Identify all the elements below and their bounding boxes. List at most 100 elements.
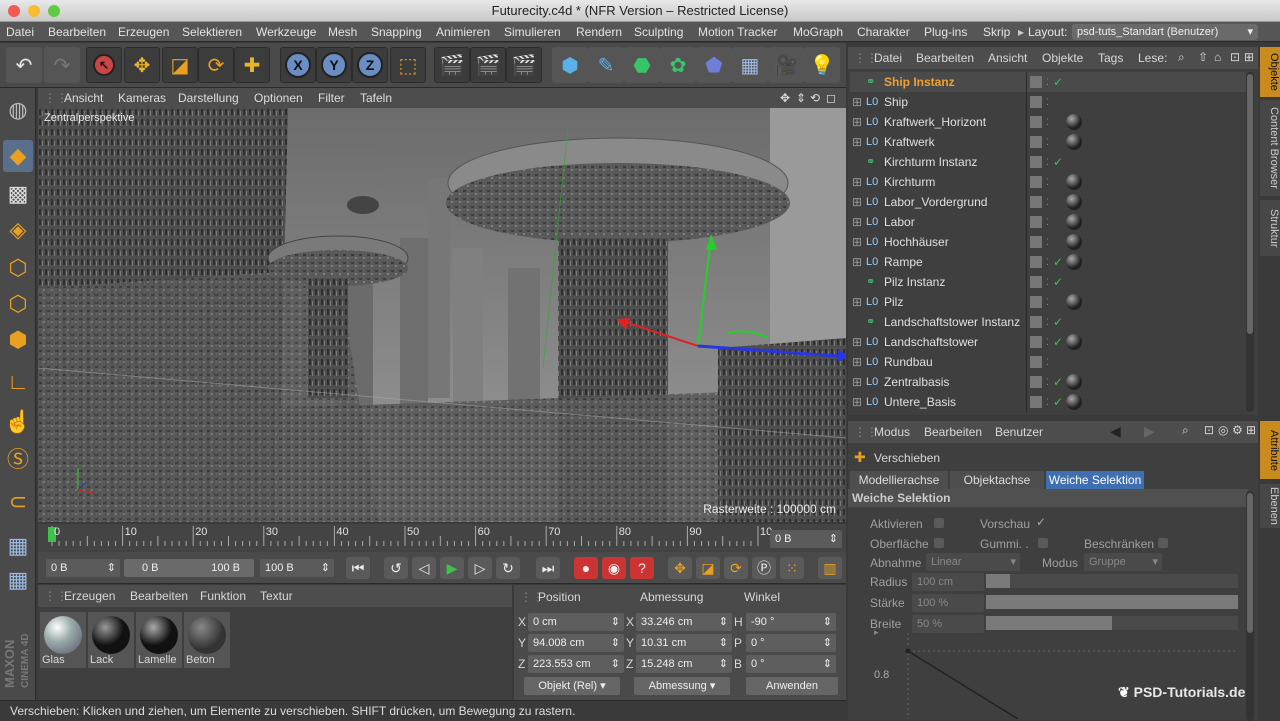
layer-icon[interactable]	[1030, 76, 1042, 88]
tweak-mode-button[interactable]: ☝	[3, 406, 33, 438]
menu-datei[interactable]: Datei	[6, 22, 34, 42]
material-menu-textur[interactable]: Textur	[260, 589, 293, 603]
menu-selektieren[interactable]: Selektieren	[182, 22, 242, 42]
key-rotation-button[interactable]: ⟳	[724, 557, 748, 579]
menu-motion-tracker[interactable]: Motion Tracker	[698, 22, 777, 42]
material-menu-funktion[interactable]: Funktion	[200, 589, 246, 603]
object-row[interactable]: ⊞ L0 Hochhäuser ⁚	[850, 232, 1246, 252]
key-position-button[interactable]: ✥	[668, 557, 692, 579]
polygons-mode-button[interactable]: ⬢	[3, 324, 33, 356]
y-axis-lock-button[interactable]: Y	[316, 47, 352, 83]
search-icon[interactable]: ⌕	[1178, 50, 1185, 65]
record-keys-button[interactable]: ●	[574, 557, 598, 579]
grid-button[interactable]: ▦	[3, 564, 33, 596]
object-row[interactable]: ⚭ Kirchturm Instanz ⁚ ✓	[850, 152, 1246, 172]
expand-icon[interactable]: ⊞	[852, 212, 862, 232]
viewport-rotate-icon[interactable]: ⟲	[810, 88, 820, 108]
last-tool-button[interactable]: ✚	[234, 47, 270, 83]
visibility-dots-icon[interactable]: ⁚	[1046, 172, 1049, 192]
prev-key-button[interactable]: ↺	[384, 557, 408, 579]
lock-icon[interactable]: ⊡	[1204, 423, 1214, 437]
settings-icon[interactable]: ⚙	[1232, 423, 1243, 437]
enabled-check-icon[interactable]: ✓	[1053, 272, 1063, 292]
keyframe-selection-button[interactable]: ?	[630, 557, 654, 579]
material-tag-icon[interactable]	[1066, 234, 1082, 250]
coord-v2-field[interactable]: 10.31 cm ⇕	[636, 634, 732, 652]
coord-v3-field[interactable]: 0 ° ⇕	[746, 655, 836, 673]
scale-tool-button[interactable]: ◪	[162, 47, 198, 83]
preview-range-slider[interactable]: 0 B 100 B	[124, 559, 254, 577]
expand-icon[interactable]: ⊞	[852, 172, 862, 192]
menu-mesh[interactable]: Mesh	[328, 22, 357, 42]
layer-icon[interactable]	[1030, 96, 1042, 108]
expand-icon[interactable]: ⊞	[852, 132, 862, 152]
modus-select[interactable]: Gruppe ▾	[1084, 553, 1162, 571]
obj-menu-ansicht[interactable]: Ansicht	[988, 51, 1027, 65]
enabled-check-icon[interactable]: ✓	[1053, 252, 1063, 272]
visibility-dots-icon[interactable]: ⁚	[1046, 352, 1049, 372]
material-tag-icon[interactable]	[1066, 194, 1082, 210]
forward-arrow-icon[interactable]: ▶	[1144, 423, 1155, 440]
layer-icon[interactable]	[1030, 236, 1042, 248]
layout-select[interactable]: psd-tuts_Standart (Benutzer) ▾	[1072, 24, 1258, 40]
undo-button[interactable]: ↶	[6, 47, 42, 83]
staerke-slider[interactable]	[986, 595, 1238, 609]
attribute-scrollbar[interactable]	[1246, 491, 1254, 721]
object-row[interactable]: ⊞ L0 Kraftwerk ⁚	[850, 132, 1246, 152]
menu-charakter[interactable]: Charakter	[857, 22, 910, 42]
layer-icon[interactable]	[1030, 216, 1042, 228]
layer-icon[interactable]	[1030, 136, 1042, 148]
radius-field[interactable]: 100 cm	[912, 573, 984, 591]
obj-menu-tags[interactable]: Tags	[1098, 51, 1123, 65]
render-view-button[interactable]: 🎬	[434, 47, 470, 83]
object-row[interactable]: ⚭ Ship Instanz ⁚ ✓	[850, 72, 1246, 92]
select-tool-button[interactable]: ↖	[86, 47, 122, 83]
menu-simulieren[interactable]: Simulieren	[504, 22, 561, 42]
material-tag-icon[interactable]	[1066, 114, 1082, 130]
menu-werkzeuge[interactable]: Werkzeuge	[256, 22, 316, 42]
search-icon[interactable]: ⌕	[1182, 423, 1189, 438]
visibility-dots-icon[interactable]: ⁚	[1046, 152, 1049, 172]
tab-modellierachse[interactable]: Modellierachse	[850, 471, 948, 489]
obj-menu-bearbeiten[interactable]: Bearbeiten	[916, 51, 974, 65]
material-menu-erzeugen[interactable]: Erzeugen	[64, 589, 115, 603]
layer-icon[interactable]	[1030, 296, 1042, 308]
viewport-menu-darstellung[interactable]: Darstellung	[178, 88, 239, 108]
coord-v3-field[interactable]: 0 ° ⇕	[746, 634, 836, 652]
play-button[interactable]: ▶	[440, 557, 464, 579]
radius-slider[interactable]	[986, 574, 1238, 588]
material-tag-icon[interactable]	[1066, 254, 1082, 270]
render-picture-viewer-button[interactable]: 🎬	[470, 47, 506, 83]
object-row[interactable]: ⊞ L0 Rundbau ⁚	[850, 352, 1246, 372]
beschraenken-checkbox[interactable]	[1158, 538, 1168, 548]
object-row[interactable]: ⊞ L0 Untere_Basis ⁚ ✓	[850, 392, 1246, 412]
coord-mode-select[interactable]: Objekt (Rel) ▾	[524, 677, 620, 695]
viewport-menu-ansicht[interactable]: Ansicht	[64, 88, 103, 108]
layer-icon[interactable]	[1030, 256, 1042, 268]
scrollbar-thumb[interactable]	[1247, 74, 1253, 334]
tab-objektachse[interactable]: Objektachse	[950, 471, 1044, 489]
scrollbar-thumb[interactable]	[1247, 493, 1253, 633]
z-axis-lock-button[interactable]: Z	[352, 47, 388, 83]
object-list-scrollbar[interactable]	[1246, 72, 1254, 412]
layer-icon[interactable]	[1030, 276, 1042, 288]
expand-icon[interactable]: ⊞	[852, 372, 862, 392]
coord-v1-field[interactable]: 223.553 cm ⇕	[528, 655, 624, 673]
array-button[interactable]: ✿	[660, 47, 696, 83]
side-tab-ebenen[interactable]: Ebenen	[1260, 484, 1280, 528]
object-row[interactable]: ⊞ L0 Kirchturm ⁚	[850, 172, 1246, 192]
material-glas[interactable]: Glas	[40, 612, 86, 668]
menu-overflow-arrow-icon[interactable]: ▸	[1018, 22, 1024, 42]
edges-mode-button[interactable]: ⬡	[3, 288, 33, 320]
object-row[interactable]: ⚭ Pilz Instanz ⁚ ✓	[850, 272, 1246, 292]
expand-icon[interactable]: ⊞	[852, 252, 862, 272]
axis-mode-button[interactable]: ∟	[3, 366, 33, 398]
expand-icon[interactable]: ⊞	[852, 112, 862, 132]
viewport-menu-tafeln[interactable]: Tafeln	[360, 88, 392, 108]
vorschau-checkbox[interactable]: ✓	[1036, 515, 1046, 529]
material-tag-icon[interactable]	[1066, 294, 1082, 310]
texture-mode-button[interactable]: ▩	[3, 178, 33, 210]
coord-v2-field[interactable]: 15.248 cm ⇕	[636, 655, 732, 673]
zoom-window-button[interactable]	[48, 5, 60, 17]
workplane-button[interactable]: ◈	[3, 214, 33, 246]
